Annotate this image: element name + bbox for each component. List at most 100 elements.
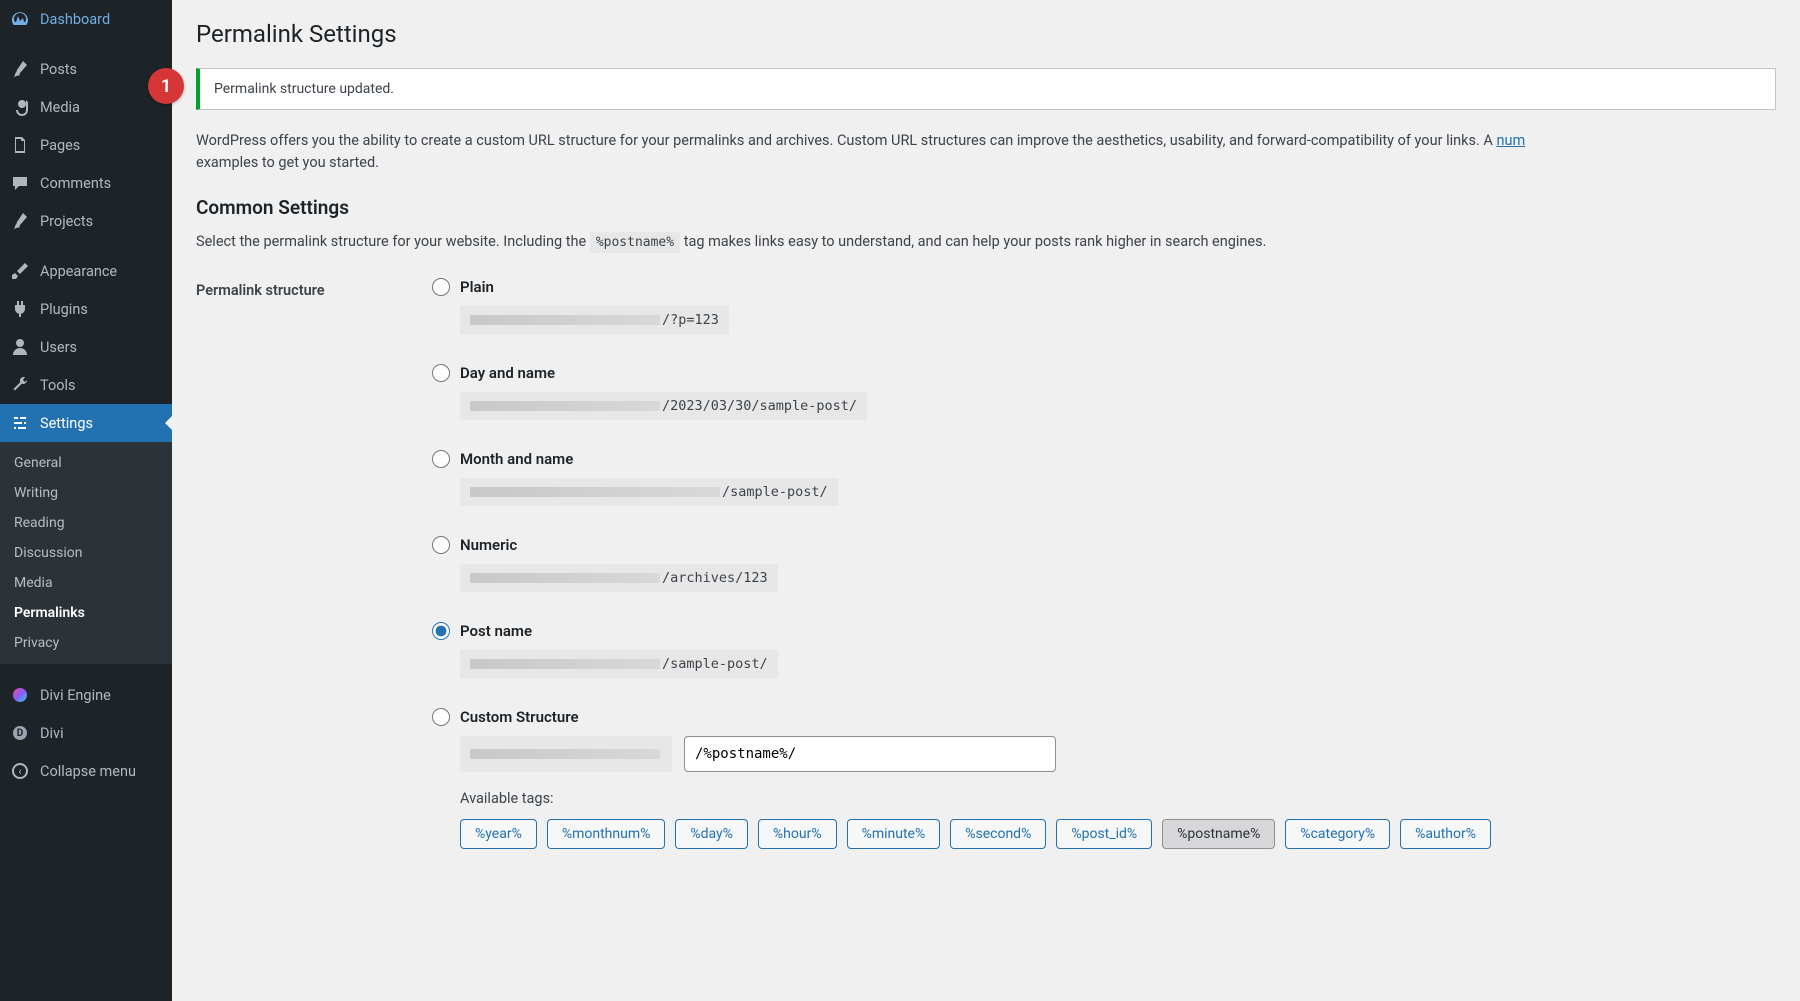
permalink-structure-row: Permalink structure Plain /?p=123 Day an… — [196, 278, 1776, 849]
menu-comments[interactable]: Comments — [0, 164, 172, 202]
site-url-redacted — [460, 736, 672, 772]
success-notice: Permalink structure updated. — [196, 68, 1776, 110]
radio-custom-label: Custom Structure — [460, 708, 579, 726]
desc-post: tag makes links easy to understand, and … — [684, 233, 1267, 250]
example-numeric-suffix: /archives/123 — [662, 570, 768, 586]
radio-numeric-label: Numeric — [460, 536, 517, 554]
menu-label: Tools — [40, 377, 76, 394]
radio-month-name[interactable]: Month and name — [432, 450, 1776, 468]
available-tags-label: Available tags: — [460, 790, 1776, 807]
permalink-structure-label: Permalink structure — [196, 278, 432, 849]
menu-media[interactable]: Media — [0, 88, 172, 126]
collapse-menu[interactable]: ‹ Collapse menu — [0, 752, 172, 790]
radio-numeric-input[interactable] — [432, 536, 450, 554]
tag-day[interactable]: %day% — [675, 819, 748, 849]
example-plain: /?p=123 — [460, 306, 729, 334]
menu-dashboard[interactable]: Dashboard — [0, 0, 172, 38]
tag-postname[interactable]: %postname% — [1162, 819, 1275, 849]
radio-plain[interactable]: Plain — [432, 278, 1776, 296]
page-title: Permalink Settings — [196, 10, 1776, 62]
submenu-writing[interactable]: Writing — [0, 478, 172, 508]
option-plain: Plain /?p=123 — [432, 278, 1776, 334]
menu-label: Media — [40, 99, 80, 116]
menu-label: Divi Engine — [40, 687, 111, 704]
brush-icon — [10, 261, 30, 281]
example-plain-suffix: /?p=123 — [662, 312, 719, 328]
radio-custom[interactable]: Custom Structure — [432, 708, 1776, 726]
submenu-discussion[interactable]: Discussion — [0, 538, 172, 568]
tag-hour[interactable]: %hour% — [758, 819, 837, 849]
section-description: Select the permalink structure for your … — [196, 233, 1776, 250]
example-post-name: /sample-post/ — [460, 650, 778, 678]
radio-plain-label: Plain — [460, 278, 494, 296]
main-content: Permalink Settings Permalink structure u… — [172, 0, 1800, 1001]
custom-structure-input[interactable] — [684, 736, 1056, 772]
settings-submenu: General Writing Reading Discussion Media… — [0, 442, 172, 664]
menu-users[interactable]: Users — [0, 328, 172, 366]
dashboard-icon — [10, 9, 30, 29]
menu-divi[interactable]: D Divi — [0, 714, 172, 752]
tag-category[interactable]: %category% — [1285, 819, 1390, 849]
menu-appearance[interactable]: Appearance — [0, 252, 172, 290]
user-icon — [10, 337, 30, 357]
annotation-badge: 1 — [148, 68, 184, 104]
option-custom: Custom Structure Available tags: %year% … — [432, 708, 1776, 849]
menu-label: Plugins — [40, 301, 88, 318]
submenu-reading[interactable]: Reading — [0, 508, 172, 538]
menu-projects[interactable]: Projects — [0, 202, 172, 240]
radio-plain-input[interactable] — [432, 278, 450, 296]
intro-link[interactable]: num — [1496, 132, 1525, 149]
tag-author[interactable]: %author% — [1400, 819, 1491, 849]
tag-year[interactable]: %year% — [460, 819, 537, 849]
tag-post-id[interactable]: %post_id% — [1056, 819, 1152, 849]
desc-pre: Select the permalink structure for your … — [196, 233, 590, 250]
menu-tools[interactable]: Tools — [0, 366, 172, 404]
radio-numeric[interactable]: Numeric — [432, 536, 1776, 554]
option-day-name: Day and name /2023/03/30/sample-post/ — [432, 364, 1776, 420]
comment-icon — [10, 173, 30, 193]
radio-post-name-label: Post name — [460, 622, 532, 640]
submenu-general[interactable]: General — [0, 448, 172, 478]
option-numeric: Numeric /archives/123 — [432, 536, 1776, 592]
radio-day-name-input[interactable] — [432, 364, 450, 382]
example-numeric: /archives/123 — [460, 564, 778, 592]
custom-structure-row — [460, 736, 1776, 772]
intro-post: examples to get you started. — [196, 154, 379, 171]
settings-icon — [10, 413, 30, 433]
menu-pages[interactable]: Pages — [0, 126, 172, 164]
media-icon — [10, 97, 30, 117]
radio-month-name-input[interactable] — [432, 450, 450, 468]
radio-post-name-input[interactable] — [432, 622, 450, 640]
common-settings-heading: Common Settings — [196, 196, 1776, 219]
menu-label: Dashboard — [40, 11, 110, 28]
radio-month-name-label: Month and name — [460, 450, 573, 468]
tag-minute[interactable]: %minute% — [847, 819, 941, 849]
tag-second[interactable]: %second% — [950, 819, 1046, 849]
example-month-name: /sample-post/ — [460, 478, 838, 506]
postname-tag-code: %postname% — [590, 232, 680, 253]
available-tags: %year% %monthnum% %day% %hour% %minute% … — [460, 819, 1776, 849]
radio-custom-input[interactable] — [432, 708, 450, 726]
submenu-media[interactable]: Media — [0, 568, 172, 598]
submenu-permalinks[interactable]: Permalinks — [0, 598, 172, 628]
radio-post-name[interactable]: Post name — [432, 622, 1776, 640]
permalink-options: Plain /?p=123 Day and name /2023/03/30/s… — [432, 278, 1776, 849]
menu-label: Divi — [40, 725, 64, 742]
radio-day-name[interactable]: Day and name — [432, 364, 1776, 382]
menu-plugins[interactable]: Plugins — [0, 290, 172, 328]
menu-settings[interactable]: Settings — [0, 404, 172, 442]
example-post-name-suffix: /sample-post/ — [662, 656, 768, 672]
menu-posts[interactable]: Posts — [0, 50, 172, 88]
menu-label: Collapse menu — [40, 763, 136, 780]
menu-label: Appearance — [40, 263, 117, 280]
collapse-icon: ‹ — [10, 761, 30, 781]
menu-divi-engine[interactable]: Divi Engine — [0, 676, 172, 714]
admin-sidebar: Dashboard Posts Media Pages Comments Pro… — [0, 0, 172, 1001]
intro-text: WordPress offers you the ability to crea… — [196, 130, 1776, 174]
submenu-privacy[interactable]: Privacy — [0, 628, 172, 658]
example-day-name-suffix: /2023/03/30/sample-post/ — [662, 398, 857, 414]
wrench-icon — [10, 375, 30, 395]
plugin-icon — [10, 299, 30, 319]
tag-monthnum[interactable]: %monthnum% — [547, 819, 666, 849]
page-icon — [10, 135, 30, 155]
